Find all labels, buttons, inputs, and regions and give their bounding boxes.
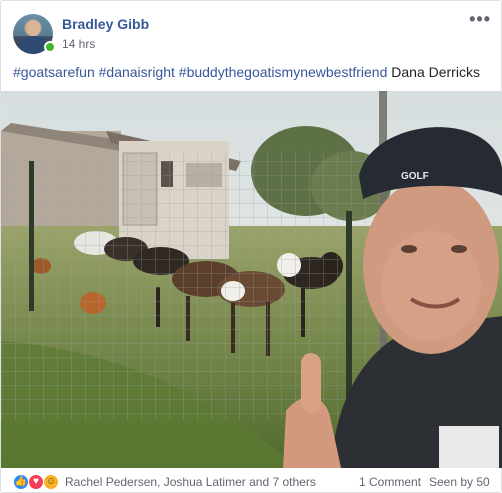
love-reaction-icon[interactable]: ♥ (28, 474, 44, 490)
cap-logo-text: GOLF (401, 171, 429, 182)
like-reaction-icon[interactable]: 👍 (13, 474, 29, 490)
fence (1, 151, 381, 421)
haha-reaction-icon[interactable]: ☺ (43, 474, 59, 490)
post-photo[interactable]: GOLF (1, 91, 502, 468)
reactions-summary[interactable]: Rachel Pedersen, Joshua Latimer and 7 ot… (65, 475, 316, 489)
post-text: #goatsarefun #danaisright #buddythegoati… (13, 63, 480, 81)
author-name[interactable]: Bradley Gibb (62, 16, 149, 32)
photo-illustration: GOLF (1, 91, 502, 468)
avatar-head (27, 20, 40, 36)
post-timestamp[interactable]: 14 hrs (62, 37, 95, 51)
seen-count[interactable]: Seen by 50 (429, 475, 490, 489)
comments-count[interactable]: 1 Comment (359, 475, 421, 489)
post-card: Bradley Gibb 14 hrs ••• #goatsarefun #da… (0, 0, 502, 493)
post-footer: 👍 ♥ ☺ Rachel Pedersen, Joshua Latimer an… (1, 468, 502, 493)
more-options-icon[interactable]: ••• (469, 9, 491, 30)
post-tagged-person[interactable]: Dana Derricks (391, 64, 480, 80)
online-status-icon (44, 41, 56, 53)
avatar-body (20, 36, 47, 54)
post-hashtags[interactable]: #goatsarefun #danaisright #buddythegoati… (13, 64, 387, 80)
